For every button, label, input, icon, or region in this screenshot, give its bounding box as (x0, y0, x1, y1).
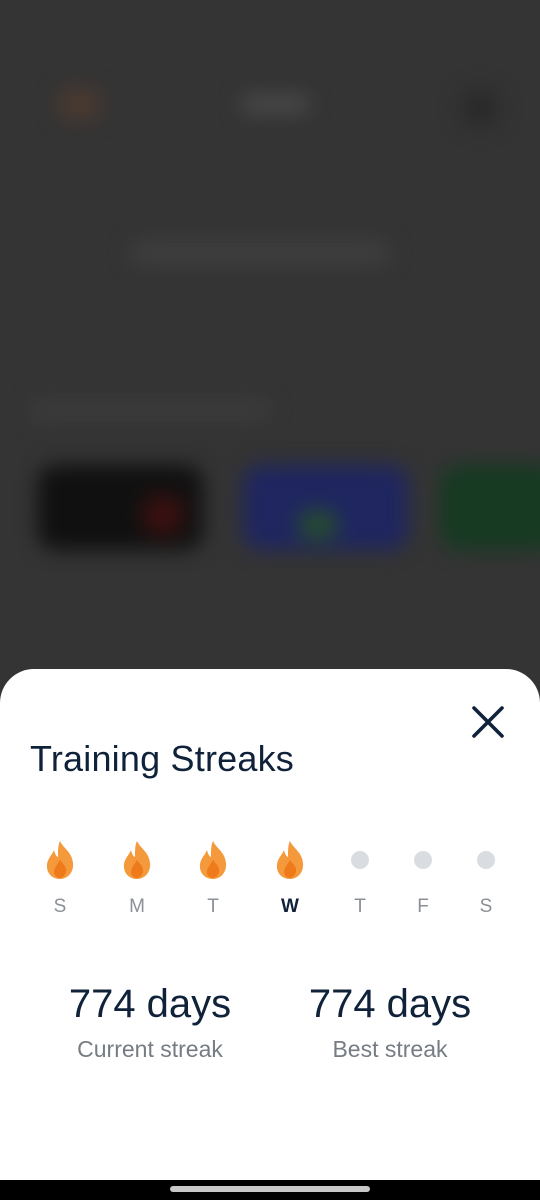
close-icon (472, 706, 504, 738)
day-letter-today: W (281, 896, 299, 917)
background-title (130, 240, 390, 266)
day-friday: F (393, 838, 453, 928)
dot-icon (477, 851, 495, 869)
flame-icon (30, 838, 90, 882)
day-tuesday: T (183, 838, 243, 928)
background-card (38, 465, 203, 550)
dot-icon (414, 851, 432, 869)
day-letter: T (354, 896, 366, 917)
day-monday: M (107, 838, 167, 928)
day-saturday: S (456, 838, 516, 928)
current-streak-value: 774 days (68, 982, 232, 1026)
day-wednesday: W (260, 838, 320, 928)
day-letter: F (417, 896, 429, 917)
flame-icon (260, 838, 320, 882)
day-thursday: T (330, 838, 390, 928)
flame-icon (183, 838, 243, 882)
day-letter: T (207, 896, 219, 917)
close-button[interactable] (466, 700, 510, 744)
day-letter: M (129, 896, 145, 917)
flame-icon (107, 838, 167, 882)
current-streak-label: Current streak (77, 1036, 223, 1062)
sheet-title: Training Streaks (30, 738, 294, 779)
background-header-text (240, 95, 310, 113)
background-avatar (460, 88, 500, 128)
best-streak-stat: 774 days Best streak (270, 980, 510, 1063)
home-indicator[interactable] (170, 1186, 370, 1192)
screen: Training Streaks S M T W T F S 774 days … (0, 0, 540, 1200)
background-card (243, 465, 408, 550)
day-sunday: S (30, 838, 90, 928)
day-letter: S (53, 896, 67, 917)
day-letter: S (479, 896, 493, 917)
dot-icon (351, 851, 369, 869)
background-logo (58, 88, 100, 120)
best-streak-label: Best streak (332, 1036, 448, 1062)
background-section-label (30, 400, 270, 420)
best-streak-value: 774 days (308, 982, 472, 1026)
current-streak-stat: 774 days Current streak (30, 980, 270, 1063)
background-card (440, 465, 540, 550)
